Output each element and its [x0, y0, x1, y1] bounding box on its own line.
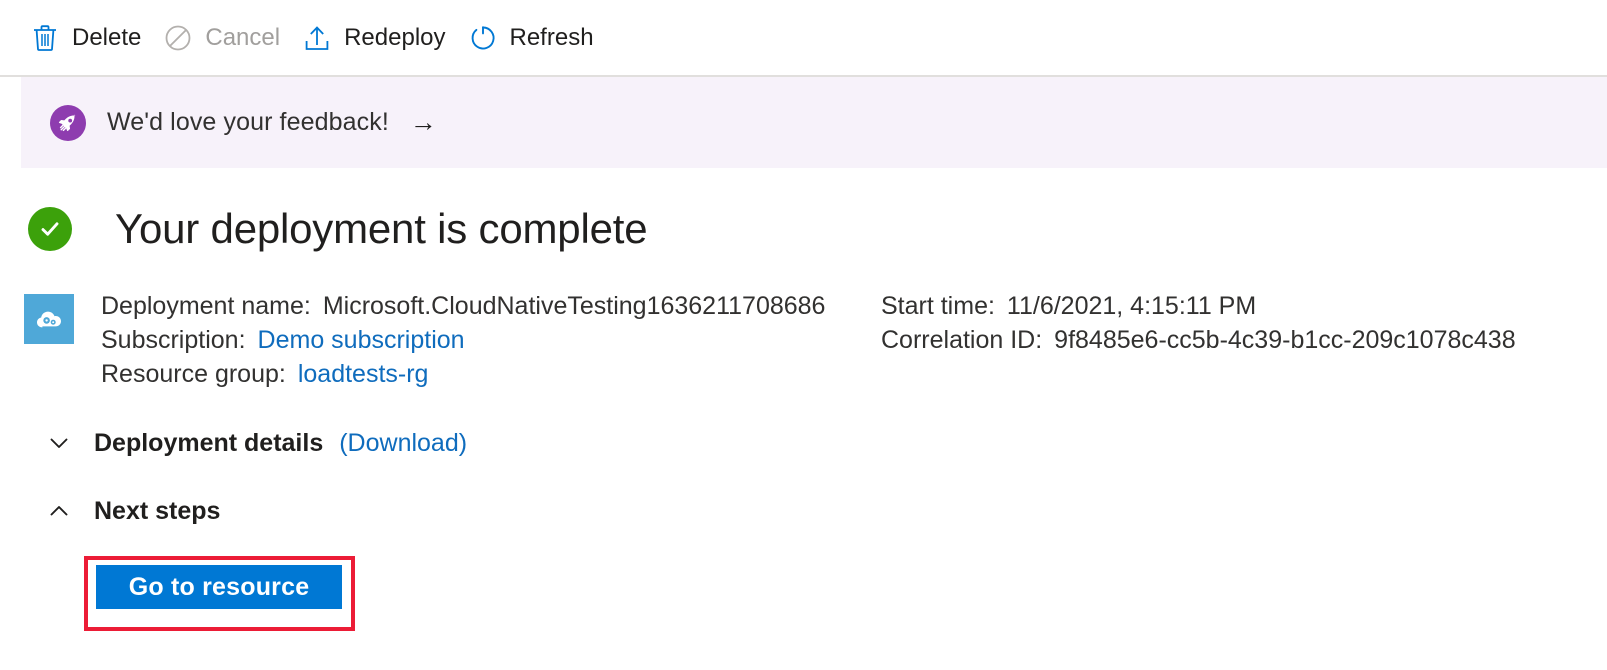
- subscription-row: Subscription: Demo subscription: [101, 326, 881, 360]
- arrow-right-icon: →: [409, 107, 437, 137]
- cancel-icon: [163, 23, 193, 53]
- start-time-row: Start time: 11/6/2021, 4:15:11 PM: [881, 292, 1516, 326]
- rocket-icon: [50, 104, 86, 141]
- refresh-icon: [468, 23, 498, 53]
- feedback-banner[interactable]: We'd love your feedback! →: [21, 77, 1607, 168]
- redeploy-button-label: Redeploy: [344, 23, 446, 51]
- chevron-up-icon[interactable]: [44, 496, 74, 526]
- command-bar: Delete Cancel Redeploy Refresh: [0, 0, 1607, 75]
- start-time-label: Start time:: [881, 292, 995, 320]
- subscription-label: Subscription:: [101, 326, 246, 354]
- trash-icon: [30, 23, 60, 53]
- page-title: Your deployment is complete: [115, 205, 648, 252]
- delete-button[interactable]: Delete: [26, 17, 159, 59]
- deployment-status-header: Your deployment is complete: [28, 205, 648, 252]
- deployment-info-columns: Deployment name: Microsoft.CloudNativeTe…: [101, 292, 1516, 394]
- correlation-id-value: 9f8485e6-cc5b-4c39-b1cc-209c1078c438: [1054, 326, 1516, 354]
- deployment-name-row: Deployment name: Microsoft.CloudNativeTe…: [101, 292, 881, 326]
- next-steps-title: Next steps: [94, 496, 221, 525]
- download-link[interactable]: (Download): [339, 429, 467, 458]
- refresh-button[interactable]: Refresh: [464, 17, 612, 59]
- deployment-info: Deployment name: Microsoft.CloudNativeTe…: [24, 292, 1516, 394]
- deployment-details-title: Deployment details: [94, 428, 324, 457]
- resource-group-label: Resource group:: [101, 360, 286, 388]
- refresh-button-label: Refresh: [509, 23, 594, 51]
- delete-button-label: Delete: [72, 23, 142, 51]
- resource-group-row: Resource group: loadtests-rg: [101, 360, 881, 394]
- feedback-banner-text: We'd love your feedback!: [107, 108, 389, 136]
- go-to-resource-button[interactable]: Go to resource: [96, 565, 342, 609]
- section-next-steps[interactable]: Next steps: [44, 496, 220, 526]
- redeploy-upload-icon: [302, 23, 332, 53]
- chevron-down-icon[interactable]: [44, 428, 74, 458]
- subscription-link[interactable]: Demo subscription: [258, 326, 465, 355]
- deployment-info-right-column: Start time: 11/6/2021, 4:15:11 PM Correl…: [881, 292, 1516, 394]
- cancel-button[interactable]: Cancel: [159, 17, 298, 59]
- deployment-name-label: Deployment name:: [101, 292, 311, 320]
- deployment-info-left-column: Deployment name: Microsoft.CloudNativeTe…: [101, 292, 881, 394]
- section-deployment-details[interactable]: Deployment details (Download): [44, 428, 467, 458]
- resource-group-link[interactable]: loadtests-rg: [298, 360, 429, 389]
- deployment-name-value: Microsoft.CloudNativeTesting163621170868…: [322, 292, 826, 320]
- correlation-id-label: Correlation ID:: [881, 326, 1043, 354]
- success-check-icon: [28, 207, 72, 251]
- correlation-id-row: Correlation ID: 9f8485e6-cc5b-4c39-b1cc-…: [881, 326, 1516, 360]
- cloud-deployment-icon: [24, 294, 74, 344]
- start-time-value: 11/6/2021, 4:15:11 PM: [1006, 292, 1257, 320]
- cancel-button-label: Cancel: [205, 23, 281, 51]
- redeploy-button[interactable]: Redeploy: [298, 17, 463, 59]
